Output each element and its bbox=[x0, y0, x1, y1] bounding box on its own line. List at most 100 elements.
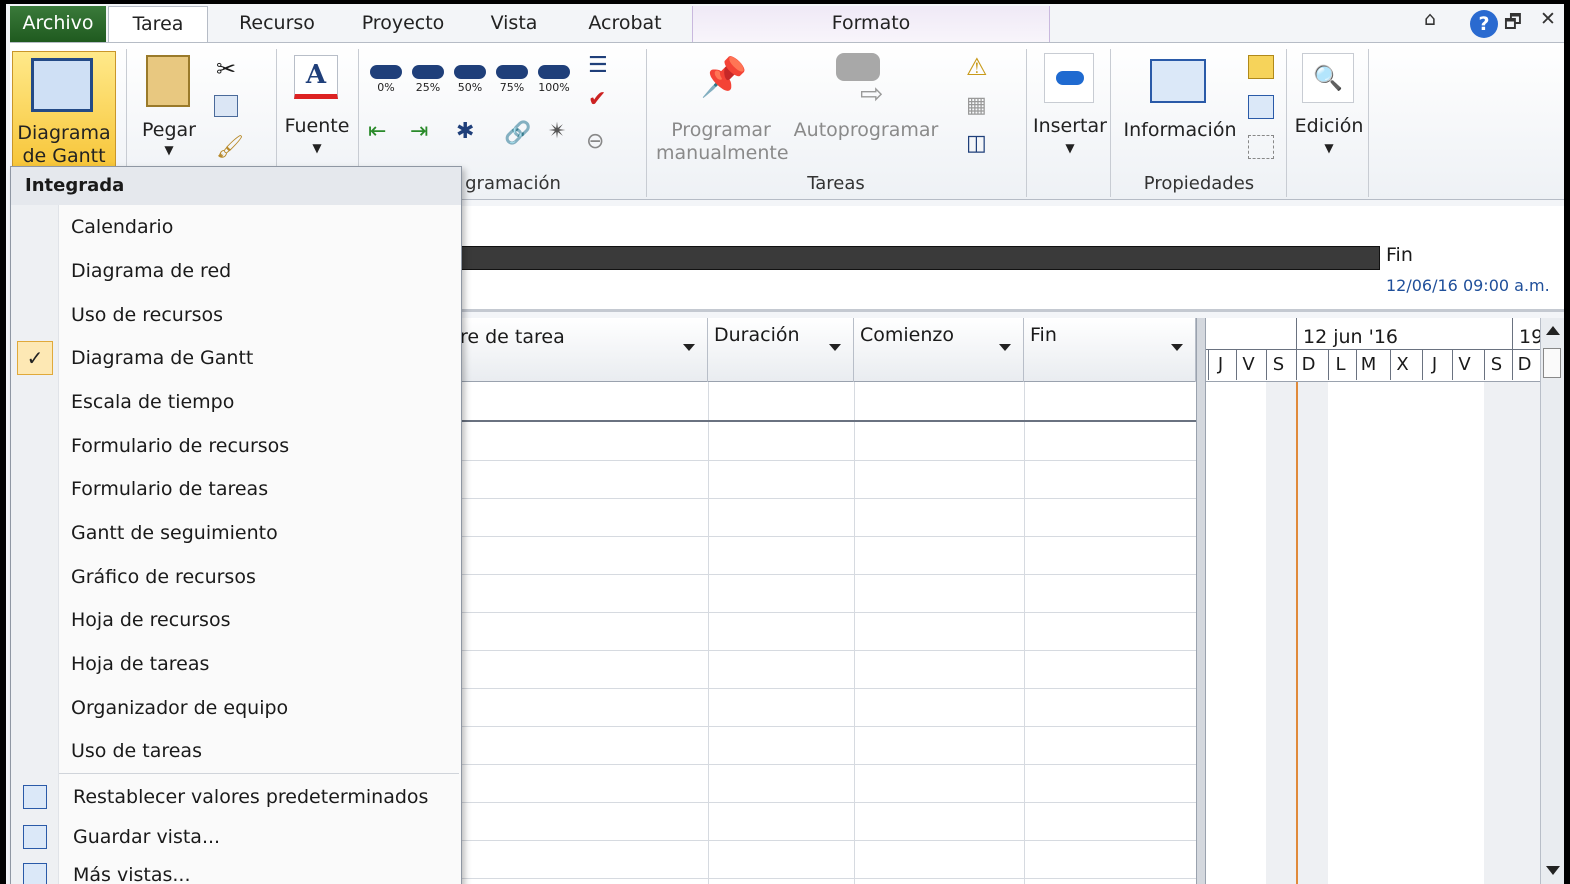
menu-item-resource-graph[interactable]: Gráfico de recursos bbox=[71, 563, 256, 591]
tab-format[interactable]: Formato bbox=[692, 6, 1050, 42]
editing-dropdown-icon[interactable]: ▼ bbox=[1290, 137, 1368, 160]
menu-gutter bbox=[11, 205, 59, 884]
pin-icon[interactable]: 📌 bbox=[700, 55, 747, 100]
menu-item-task-form[interactable]: Formulario de tareas bbox=[71, 475, 268, 503]
help-icon[interactable]: ? bbox=[1470, 10, 1498, 38]
auto-schedule-label[interactable]: Autoprogramar bbox=[790, 119, 942, 142]
menu-item-timeline[interactable]: Escala de tiempo bbox=[71, 388, 234, 416]
respect-links-icon[interactable]: ✔ bbox=[588, 87, 606, 112]
indent-task-icon[interactable]: ⇥ bbox=[410, 119, 428, 144]
tab-view[interactable]: Vista bbox=[474, 6, 554, 42]
weekend-shading bbox=[1298, 382, 1328, 884]
paste-icon[interactable] bbox=[146, 55, 190, 107]
information-icon[interactable] bbox=[1150, 59, 1206, 103]
more-views-icon bbox=[23, 863, 47, 884]
percent-100-label: 100% bbox=[538, 81, 570, 94]
mark-on-track-icon[interactable]: ☰ bbox=[588, 53, 608, 78]
font-button-label[interactable]: Fuente bbox=[278, 115, 356, 138]
menu-item-save-view[interactable]: Guardar vista... bbox=[73, 823, 220, 851]
link-tasks-icon[interactable]: 🔗 bbox=[504, 121, 531, 146]
tab-resource[interactable]: Recurso bbox=[222, 6, 332, 42]
manual-schedule-label-2[interactable]: manualmente bbox=[656, 142, 789, 165]
editing-button-label[interactable]: Edición bbox=[1290, 115, 1368, 138]
add-to-timeline-icon[interactable] bbox=[1248, 135, 1274, 159]
notes-icon[interactable] bbox=[1248, 55, 1274, 79]
percent-25-icon[interactable] bbox=[412, 65, 444, 79]
current-date-line bbox=[1296, 382, 1298, 884]
unlink-tasks-icon[interactable]: ✴ bbox=[548, 119, 566, 144]
view-splitter[interactable] bbox=[1196, 318, 1206, 884]
auto-schedule-arrow-icon: ⇨ bbox=[860, 77, 884, 110]
information-button-label[interactable]: Información bbox=[1118, 119, 1242, 142]
gantt-timescale[interactable]: 12 jun '16 19 J V S D L M X J V S D bbox=[1206, 318, 1540, 382]
column-header-start[interactable]: Comienzo bbox=[854, 318, 1024, 382]
menu-item-more-views[interactable]: Más vistas... bbox=[73, 861, 191, 884]
details-icon[interactable] bbox=[1248, 95, 1274, 119]
tab-acrobat[interactable]: Acrobat bbox=[570, 6, 680, 42]
menu-item-team-planner[interactable]: Organizador de equipo bbox=[71, 694, 288, 722]
day-cell: D bbox=[1296, 350, 1320, 380]
chevron-down-icon[interactable] bbox=[999, 344, 1011, 351]
cut-icon[interactable]: ✂ bbox=[216, 55, 236, 83]
column-header-duration[interactable]: Duración bbox=[708, 318, 854, 382]
tab-project[interactable]: Proyecto bbox=[348, 6, 458, 42]
percent-100-icon[interactable] bbox=[538, 65, 570, 79]
ribbon-tabs: Archivo Tarea Recurso Proyecto Vista Acr… bbox=[10, 6, 1564, 44]
gantt-chart-area[interactable] bbox=[1206, 382, 1540, 884]
restore-window-icon[interactable]: 🗗 bbox=[1504, 8, 1522, 40]
day-cell: L bbox=[1328, 350, 1352, 380]
day-cell: D bbox=[1512, 350, 1536, 380]
menu-item-resource-usage[interactable]: Uso de recursos bbox=[71, 301, 223, 329]
chevron-down-icon[interactable] bbox=[1171, 344, 1183, 351]
percent-0-label: 0% bbox=[377, 81, 395, 94]
day-cell: V bbox=[1452, 350, 1476, 380]
menu-item-task-sheet[interactable]: Hoja de tareas bbox=[71, 650, 209, 678]
menu-item-task-usage[interactable]: Uso de tareas bbox=[71, 737, 202, 765]
move-task-icon[interactable]: ▦ bbox=[966, 93, 987, 118]
format-painter-icon[interactable]: 🖌 bbox=[216, 135, 244, 160]
font-dropdown-icon[interactable]: ▼ bbox=[278, 137, 356, 160]
menu-item-resource-form[interactable]: Formulario de recursos bbox=[71, 432, 289, 460]
menu-item-gantt-chart[interactable]: Diagrama de Gantt bbox=[71, 344, 253, 372]
week-label: 12 jun '16 bbox=[1296, 318, 1398, 350]
paste-dropdown-icon[interactable]: ▼ bbox=[134, 139, 204, 162]
font-color-icon[interactable]: A bbox=[294, 55, 338, 99]
scroll-up-icon[interactable] bbox=[1546, 326, 1560, 335]
tab-file[interactable]: Archivo bbox=[10, 6, 106, 42]
inspect-task-icon[interactable]: ⚠ bbox=[966, 53, 988, 81]
day-cell: M bbox=[1356, 350, 1380, 380]
menu-item-calendar[interactable]: Calendario bbox=[71, 213, 173, 241]
outdent-task-icon[interactable]: ⇤ bbox=[368, 119, 386, 144]
minimize-ribbon-icon[interactable]: ⌂ bbox=[1424, 8, 1436, 30]
mode-icon[interactable]: ◫ bbox=[966, 131, 987, 156]
vertical-scrollbar[interactable] bbox=[1540, 318, 1564, 884]
day-cell: X bbox=[1390, 350, 1414, 380]
scroll-thumb[interactable] bbox=[1543, 348, 1561, 378]
inactivate-task-icon[interactable]: ⊖ bbox=[586, 129, 604, 154]
gantt-chart-button[interactable]: Diagrama de Gantt bbox=[12, 51, 116, 167]
chevron-down-icon[interactable] bbox=[829, 344, 841, 351]
copy-icon[interactable] bbox=[214, 95, 238, 117]
menu-item-resource-sheet[interactable]: Hoja de recursos bbox=[71, 606, 230, 634]
menu-item-tracking-gantt[interactable]: Gantt de seguimiento bbox=[71, 519, 278, 547]
column-divider bbox=[854, 382, 855, 884]
percent-75-icon[interactable] bbox=[496, 65, 528, 79]
insert-button-label[interactable]: Insertar bbox=[1030, 115, 1110, 138]
find-icon[interactable]: 🔍 bbox=[1302, 53, 1354, 103]
timeline-bar[interactable] bbox=[458, 246, 1380, 270]
group-divider bbox=[1286, 49, 1287, 197]
close-window-icon[interactable]: ✕ bbox=[1540, 8, 1556, 30]
column-title: Fin bbox=[1030, 324, 1057, 346]
insert-dropdown-icon[interactable]: ▼ bbox=[1030, 137, 1110, 160]
percent-50-icon[interactable] bbox=[454, 65, 486, 79]
chevron-down-icon[interactable] bbox=[683, 344, 695, 351]
menu-item-reset-defaults[interactable]: Restablecer valores predeterminados bbox=[73, 783, 428, 811]
group-divider bbox=[1368, 49, 1369, 197]
tab-task[interactable]: Tarea bbox=[108, 6, 208, 44]
column-header-finish[interactable]: Fin bbox=[1024, 318, 1196, 382]
scroll-down-icon[interactable] bbox=[1546, 866, 1560, 875]
menu-item-network-diagram[interactable]: Diagrama de red bbox=[71, 257, 231, 285]
manual-schedule-label-1[interactable]: Programar bbox=[656, 119, 786, 142]
split-task-icon[interactable]: ✱ bbox=[456, 119, 474, 144]
percent-0-icon[interactable] bbox=[370, 65, 402, 79]
